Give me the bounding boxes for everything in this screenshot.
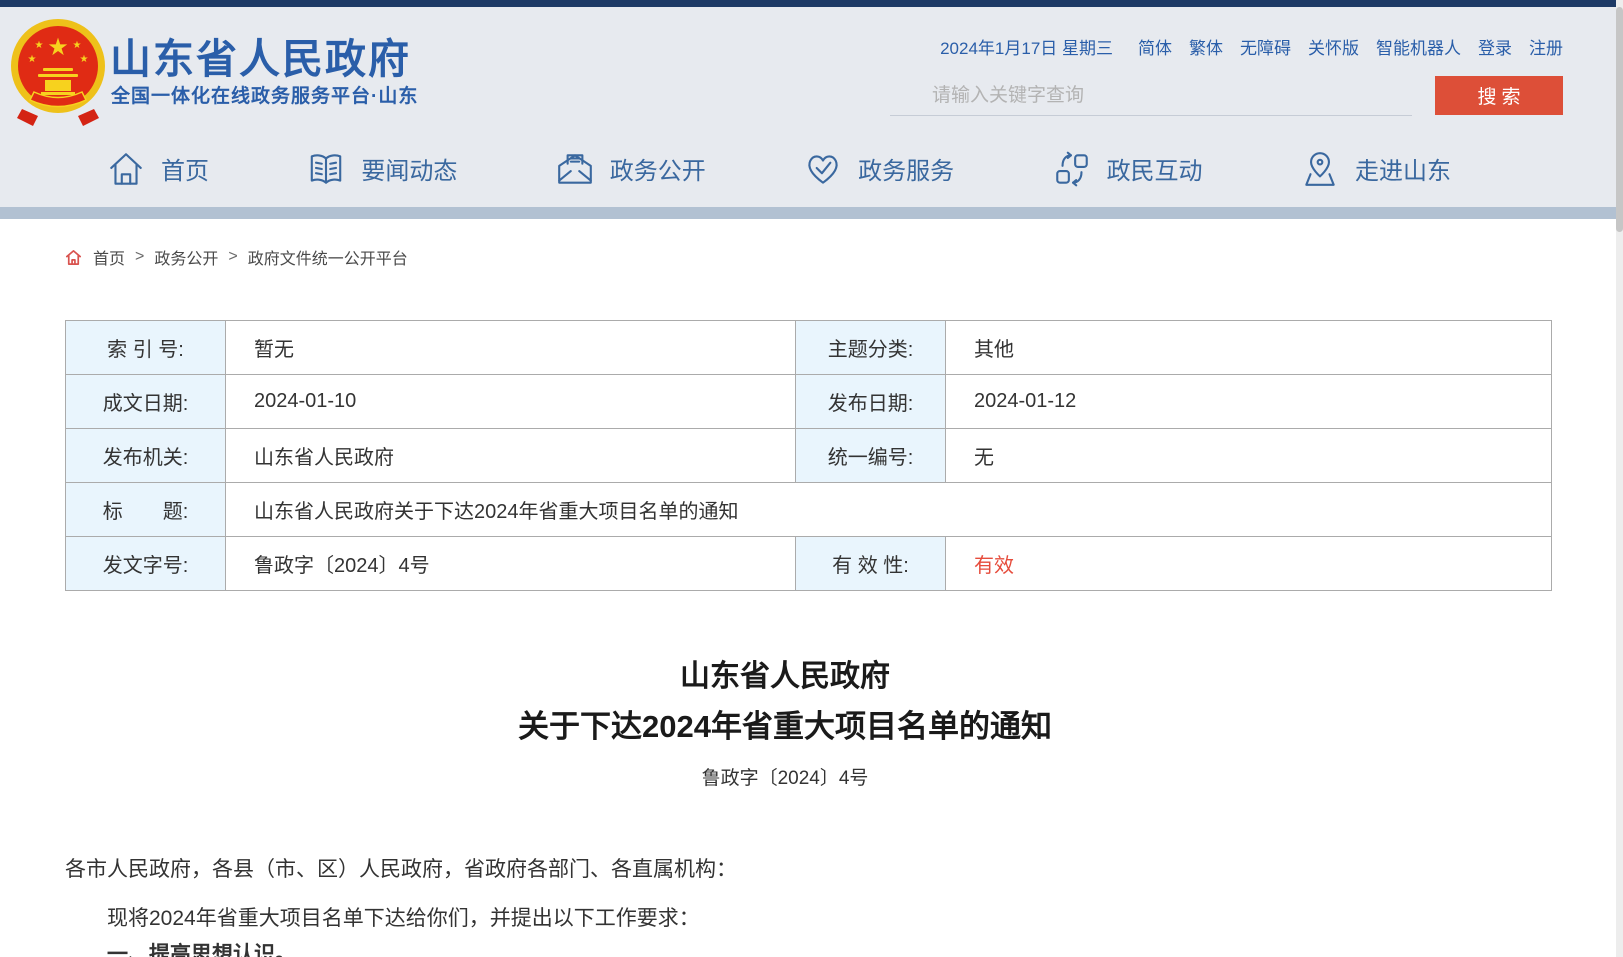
document-number: 鲁政字〔2024〕4号 — [65, 763, 1505, 790]
search-input[interactable] — [890, 77, 1412, 116]
link-register[interactable]: 注册 — [1529, 34, 1563, 59]
current-date: 2024年1月17日 星期三 — [940, 34, 1113, 59]
meta-label-index-no: 索 引 号: — [66, 321, 226, 375]
nav-item-label: 政务公开 — [610, 151, 706, 186]
site-subtitle: 全国一体化在线政务服务平台·山东 — [111, 81, 418, 108]
paragraph-clipped-heading: 一、提高思想认识。 — [107, 942, 296, 957]
svg-text:★: ★ — [35, 40, 44, 51]
svg-text:★: ★ — [47, 33, 69, 61]
link-simplified[interactable]: 简体 — [1138, 34, 1172, 59]
meta-label-issuing-agency: 发布机关: — [66, 429, 226, 483]
link-smart-robot[interactable]: 智能机器人 — [1376, 34, 1461, 59]
breadcrumb-separator: > — [228, 248, 237, 266]
meta-label-unified-no: 统一编号: — [796, 429, 946, 483]
table-row: 发文字号: 鲁政字〔2024〕4号 有 效 性: 有效 — [66, 537, 1552, 591]
nav-item-label: 走进山东 — [1355, 151, 1451, 186]
svg-text:★: ★ — [28, 54, 37, 65]
meta-value-index-no: 暂无 — [226, 321, 796, 375]
meta-value-date-written: 2024-01-10 — [226, 375, 796, 429]
meta-value-doc-no: 鲁政字〔2024〕4号 — [226, 537, 796, 591]
paragraph-intro: 现将2024年省重大项目名单下达给你们，并提出以下工作要求： — [107, 906, 700, 931]
nav-item-interaction[interactable]: 政民互动 — [1052, 149, 1203, 189]
news-icon — [306, 149, 346, 189]
top-accent-strip — [0, 0, 1623, 7]
svg-text:★: ★ — [80, 54, 89, 65]
meta-label-date-published: 发布日期: — [796, 375, 946, 429]
nav-item-label: 政务服务 — [858, 151, 954, 186]
svg-text:★: ★ — [73, 40, 82, 51]
divider-band — [0, 207, 1623, 219]
meta-value-unified-no: 无 — [946, 429, 1552, 483]
meta-value-validity: 有效 — [946, 537, 1552, 591]
site-title: 山东省人民政府 — [110, 25, 411, 85]
link-login[interactable]: 登录 — [1478, 34, 1512, 59]
meta-label-title: 标 题: — [66, 483, 226, 537]
page-scrollbar[interactable] — [1616, 0, 1623, 957]
nav-item-label: 要闻动态 — [361, 151, 457, 186]
link-care-version[interactable]: 关怀版 — [1308, 34, 1359, 59]
breadcrumb-gov-disclosure[interactable]: 政务公开 — [154, 245, 218, 269]
content-area: 首页 > 政务公开 > 政府文件统一公开平台 索 引 号: 暂无 主题分类: 其… — [0, 219, 1623, 957]
document-meta-table: 索 引 号: 暂无 主题分类: 其他 成文日期: 2024-01-10 发布日期… — [65, 320, 1552, 591]
interaction-icon — [1052, 149, 1092, 189]
meta-label-date-written: 成文日期: — [66, 375, 226, 429]
meta-label-topic-category: 主题分类: — [796, 321, 946, 375]
paragraph-salutation: 各市人民政府，各县（市、区）人民政府，省政府各部门、各直属机构： — [65, 857, 737, 882]
page: ★ ★ ★ ★ ★ 山东省人民政府 全国一体化在线政务服务平台·山东 2024年… — [0, 0, 1623, 957]
link-accessibility[interactable]: 无障碍 — [1240, 34, 1291, 59]
home-icon — [106, 149, 146, 189]
meta-value-date-published: 2024-01-12 — [946, 375, 1552, 429]
nav-item-news[interactable]: 要闻动态 — [306, 149, 457, 189]
meta-value-title: 山东省人民政府关于下达2024年省重大项目名单的通知 — [226, 483, 1552, 537]
topbar: 2024年1月17日 星期三 简体 繁体 无障碍 关怀版 智能机器人 登录 注册 — [940, 34, 1563, 59]
national-emblem-logo: ★ ★ ★ ★ ★ — [8, 13, 108, 129]
document-title-line2: 关于下达2024年省重大项目名单的通知 — [65, 701, 1505, 746]
meta-label-validity: 有 效 性: — [796, 537, 946, 591]
gov-disclosure-icon — [555, 149, 595, 189]
nav-item-label: 首页 — [161, 151, 209, 186]
meta-value-issuing-agency: 山东省人民政府 — [226, 429, 796, 483]
site-header: ★ ★ ★ ★ ★ 山东省人民政府 全国一体化在线政务服务平台·山东 2024年… — [0, 7, 1623, 130]
search-button[interactable]: 搜索 — [1435, 76, 1563, 115]
table-row: 索 引 号: 暂无 主题分类: 其他 — [66, 321, 1552, 375]
main-nav: 首页 要闻动态 政务公开 政务服务 — [0, 130, 1623, 207]
breadcrumb-home[interactable]: 首页 — [93, 245, 125, 269]
breadcrumb: 首页 > 政务公开 > 政府文件统一公开平台 — [64, 245, 408, 269]
breadcrumb-separator: > — [135, 248, 144, 266]
table-row: 标 题: 山东省人民政府关于下达2024年省重大项目名单的通知 — [66, 483, 1552, 537]
nav-item-gov-disclosure[interactable]: 政务公开 — [555, 149, 706, 189]
link-traditional[interactable]: 繁体 — [1189, 34, 1223, 59]
breadcrumb-home-icon — [64, 248, 83, 267]
scrollbar-thumb[interactable] — [1616, 7, 1623, 232]
table-row: 成文日期: 2024-01-10 发布日期: 2024-01-12 — [66, 375, 1552, 429]
document-title-line1: 山东省人民政府 — [65, 651, 1505, 695]
nav-item-about-shandong[interactable]: 走进山东 — [1300, 149, 1451, 189]
breadcrumb-doc-platform[interactable]: 政府文件统一公开平台 — [248, 245, 408, 269]
nav-item-gov-service[interactable]: 政务服务 — [803, 149, 954, 189]
table-row: 发布机关: 山东省人民政府 统一编号: 无 — [66, 429, 1552, 483]
nav-item-label: 政民互动 — [1107, 151, 1203, 186]
meta-label-doc-no: 发文字号: — [66, 537, 226, 591]
nav-item-home[interactable]: 首页 — [106, 149, 209, 189]
meta-value-topic-category: 其他 — [946, 321, 1552, 375]
map-pin-icon — [1300, 149, 1340, 189]
gov-service-icon — [803, 149, 843, 189]
